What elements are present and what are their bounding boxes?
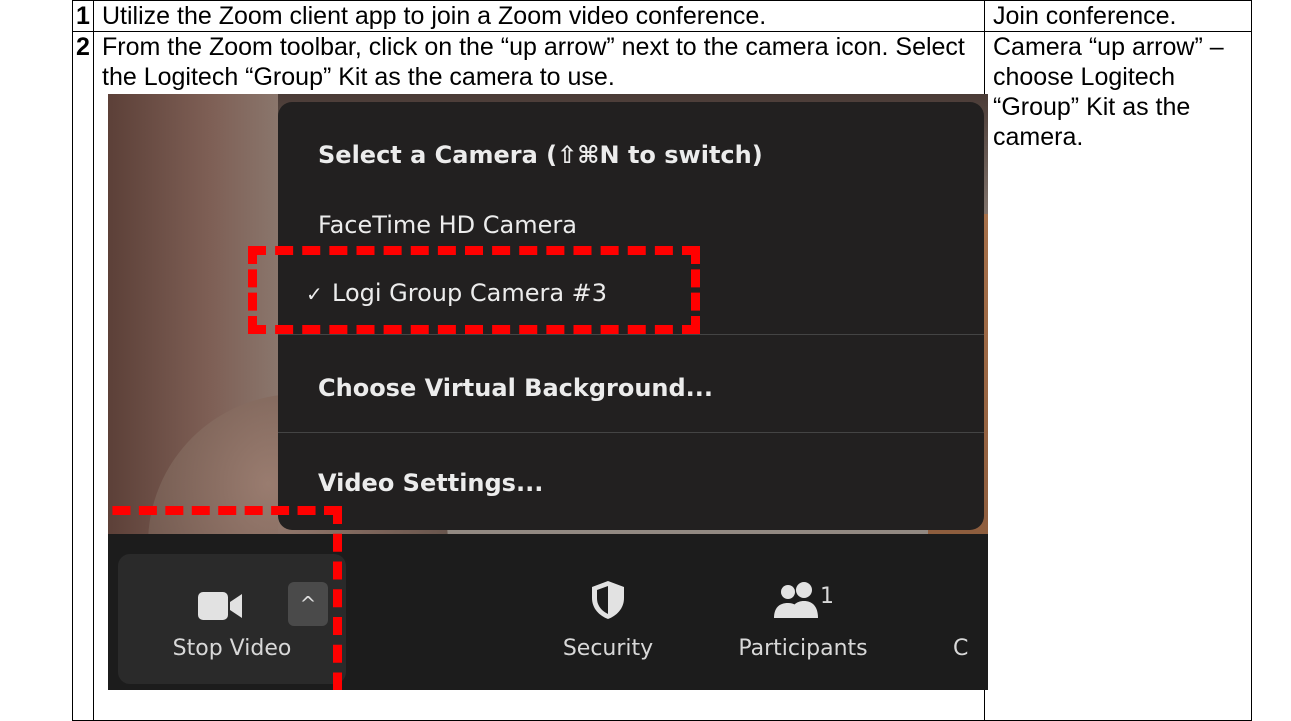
highlight-camera-arrow xyxy=(108,506,342,690)
menu-divider xyxy=(278,432,984,433)
security-label: Security xyxy=(562,636,654,661)
step-number: 1 xyxy=(72,0,94,32)
menu-divider xyxy=(278,334,984,335)
step-row-2: 2 From the Zoom toolbar, click on the “u… xyxy=(72,31,1252,721)
chat-label-partial: C xyxy=(953,636,969,661)
step-number: 2 xyxy=(72,31,94,721)
participants-label: Participants xyxy=(738,636,868,661)
participants-icon xyxy=(774,582,818,618)
step-summary: Camera “up arrow” – choose Logitech “Gro… xyxy=(984,31,1252,721)
menu-item-facetime-camera[interactable]: FaceTime HD Camera xyxy=(318,210,577,240)
menu-item-virtual-background[interactable]: Choose Virtual Background... xyxy=(318,373,713,403)
zoom-screenshot: Select a Camera (⇧⌘N to switch) FaceTime… xyxy=(108,94,988,690)
step-description: Utilize the Zoom client app to join a Zo… xyxy=(93,0,985,32)
instructions-table: 1 Utilize the Zoom client app to join a … xyxy=(72,0,1252,721)
step-summary: Join conference. xyxy=(984,0,1252,32)
menu-item-video-settings[interactable]: Video Settings... xyxy=(318,468,543,498)
step-description: From the Zoom toolbar, click on the “up … xyxy=(102,33,965,91)
step-row-1: 1 Utilize the Zoom client app to join a … xyxy=(72,0,1252,32)
security-button[interactable]: Security xyxy=(538,554,678,684)
step-description-cell: From the Zoom toolbar, click on the “up … xyxy=(93,31,988,721)
menu-title: Select a Camera (⇧⌘N to switch) xyxy=(318,141,763,169)
chat-button-partial[interactable]: C xyxy=(953,554,988,684)
shield-icon xyxy=(592,581,624,619)
highlight-logi-camera xyxy=(248,246,700,334)
participants-count: 1 xyxy=(820,584,834,609)
participants-button[interactable]: 1 Participants xyxy=(708,554,898,684)
